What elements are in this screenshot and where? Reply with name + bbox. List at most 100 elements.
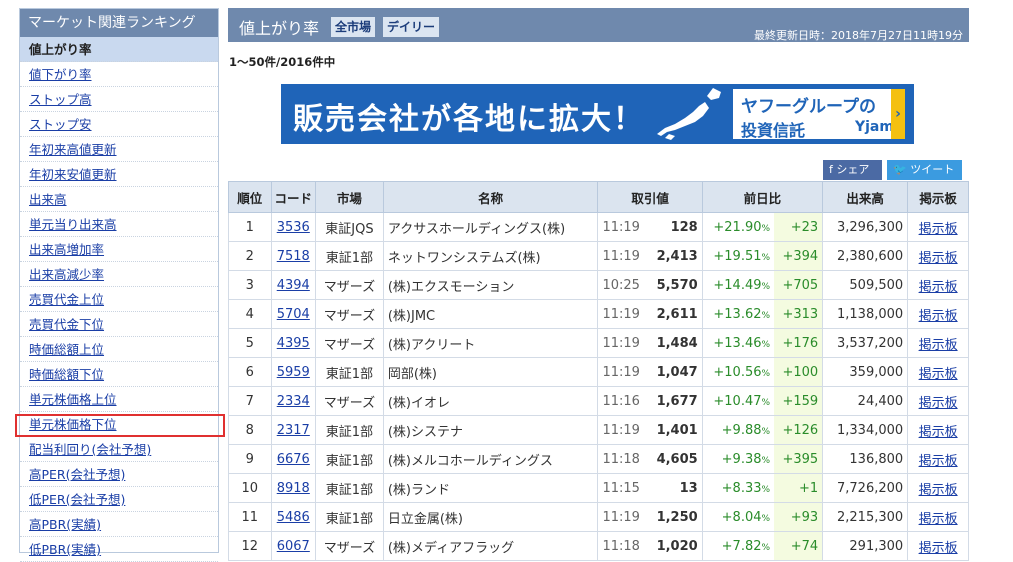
stock-code-link[interactable]: 4394	[277, 278, 310, 293]
message-board-link[interactable]: 掲示板	[919, 309, 958, 324]
sidebar-item-link[interactable]: 高PBR(実績)	[29, 517, 101, 532]
change-percent: +8.04%	[701, 502, 775, 532]
trade-time: 11:15	[597, 473, 645, 503]
stock-code-link[interactable]: 5959	[277, 365, 310, 380]
banner-headline: 販売会社が各地に拡大！	[293, 102, 645, 137]
message-board-link[interactable]: 掲示板	[919, 222, 958, 237]
sidebar-item[interactable]: 低PER(会社予想)	[20, 487, 218, 512]
sidebar-item[interactable]: 高PER(会社予想)	[20, 462, 218, 487]
message-board-link[interactable]: 掲示板	[919, 541, 958, 556]
volume-cell: 509,500	[822, 270, 909, 300]
sidebar-item[interactable]: 出来高増加率	[20, 237, 218, 262]
trade-time: 11:16	[597, 386, 645, 416]
sidebar-item-link[interactable]: 高PER(会社予想)	[29, 467, 125, 482]
change-value: +74	[774, 531, 824, 561]
banner-line1: ヤフーグループの	[741, 97, 876, 117]
company-name: (株)イオレ	[382, 386, 599, 416]
company-name: 日立金属(株)	[382, 502, 599, 532]
sidebar-item-link[interactable]: 売買代金上位	[29, 292, 104, 307]
message-board-link[interactable]: 掲示板	[919, 396, 958, 411]
percent-unit: %	[761, 368, 771, 379]
message-board-link[interactable]: 掲示板	[919, 367, 958, 382]
volume-cell: 2,380,600	[822, 241, 909, 271]
message-board-link[interactable]: 掲示板	[919, 425, 958, 440]
percent-unit: %	[761, 339, 771, 350]
sidebar-item[interactable]: 配当利回り(会社予想)	[20, 437, 218, 462]
sidebar-item[interactable]: 値下がり率	[20, 62, 218, 87]
header-market: 市場	[315, 181, 384, 213]
stock-code-link[interactable]: 8918	[277, 481, 310, 496]
sidebar-item[interactable]: 年初来安値更新	[20, 162, 218, 187]
rank-cell: 7	[228, 386, 272, 416]
trade-price: 1,484	[644, 328, 703, 358]
sidebar-item[interactable]: 出来高	[20, 187, 218, 212]
message-board-link-cell: 掲示板	[907, 473, 969, 503]
twitter-tweet-button[interactable]: 🐦 ツイート	[887, 160, 962, 180]
sidebar-item[interactable]: 単元株価格下位	[20, 412, 218, 437]
message-board-link[interactable]: 掲示板	[919, 512, 958, 527]
rank-cell: 2	[228, 241, 272, 271]
sidebar-item-link[interactable]: 出来高減少率	[29, 267, 104, 282]
sidebar-item-link[interactable]: 年初来安値更新	[29, 167, 117, 182]
sidebar-item[interactable]: ストップ高	[20, 87, 218, 112]
stock-code-link[interactable]: 5486	[277, 510, 310, 525]
ranking-table: 順位 コード 市場 名称 取引値 前日比 出来高 掲示板 1 3536 東証JQS ア…	[228, 181, 969, 561]
sidebar-item-link[interactable]: 時価総額上位	[29, 342, 104, 357]
sidebar-item[interactable]: 値上がり率	[20, 37, 218, 62]
sidebar-item[interactable]: 時価総額上位	[20, 337, 218, 362]
tab-daily[interactable]: デイリー	[383, 17, 440, 37]
table-row: 11 5486 東証1部 日立金属(株) 11:19 1,250 +8.04% +93 2,21…	[228, 502, 969, 532]
sidebar-item[interactable]: 時価総額下位	[20, 362, 218, 387]
sidebar-item-link[interactable]: 時価総額下位	[29, 367, 104, 382]
ad-banner[interactable]: 販売会社が各地に拡大！ ヤフーグループの 投資信託 Yjam ›	[281, 84, 914, 144]
stock-code-link[interactable]: 5704	[277, 307, 310, 322]
sidebar-item-link[interactable]: 配当利回り(会社予想)	[29, 442, 151, 457]
facebook-share-button[interactable]: f シェア	[823, 160, 882, 180]
sidebar-item[interactable]: 単元株価格上位	[20, 387, 218, 412]
rank-cell: 10	[228, 473, 272, 503]
sidebar-item-link[interactable]: 売買代金下位	[29, 317, 104, 332]
sidebar-item[interactable]: 売買代金上位	[20, 287, 218, 312]
sidebar-item[interactable]: 出来高減少率	[20, 262, 218, 287]
stock-code-link[interactable]: 2334	[277, 394, 310, 409]
yjam-logo: Yjam	[855, 119, 894, 135]
message-board-link[interactable]: 掲示板	[919, 251, 958, 266]
trade-time: 10:25	[597, 270, 645, 300]
header-volume: 出来高	[822, 181, 909, 213]
message-board-link[interactable]: 掲示板	[919, 454, 958, 469]
sidebar-item[interactable]: 年初来高値更新	[20, 137, 218, 162]
sidebar-item-link[interactable]: ストップ安	[29, 117, 92, 132]
sidebar-item-link[interactable]: 出来高	[29, 192, 67, 207]
market-cell: 東証JQS	[315, 212, 384, 242]
change-percent-value: +21.90	[713, 219, 762, 235]
sidebar-item[interactable]: ストップ安	[20, 112, 218, 137]
sidebar-item-link[interactable]: 単元当り出来高	[29, 217, 117, 232]
message-board-link[interactable]: 掲示板	[919, 483, 958, 498]
stock-code-link[interactable]: 6676	[277, 452, 310, 467]
sidebar-item-link[interactable]: 値下がり率	[29, 67, 92, 82]
message-board-link[interactable]: 掲示板	[919, 338, 958, 353]
volume-cell: 3,537,200	[822, 328, 909, 358]
sidebar-item[interactable]: 高PBR(実績)	[20, 512, 218, 537]
company-name: (株)アクリート	[382, 328, 599, 358]
tab-all-markets[interactable]: 全市場	[331, 17, 376, 37]
sidebar-item-link[interactable]: 値上がり率	[29, 42, 92, 57]
stock-code-link[interactable]: 2317	[277, 423, 310, 438]
sidebar-item-link[interactable]: 年初来高値更新	[29, 142, 117, 157]
sidebar-item-link[interactable]: 単元株価格下位	[29, 417, 117, 432]
stock-code-link[interactable]: 4395	[277, 336, 310, 351]
sidebar-item-link[interactable]: 出来高増加率	[29, 242, 104, 257]
sidebar-item-link[interactable]: ストップ高	[29, 92, 92, 107]
market-cell: マザーズ	[315, 386, 384, 416]
sidebar-item[interactable]: 低PBR(実績)	[20, 537, 218, 562]
sidebar-item[interactable]: 単元当り出来高	[20, 212, 218, 237]
change-percent-value: +14.49	[713, 277, 762, 293]
message-board-link[interactable]: 掲示板	[919, 280, 958, 295]
stock-code-link[interactable]: 6067	[277, 539, 310, 554]
sidebar-item-link[interactable]: 単元株価格上位	[29, 392, 117, 407]
sidebar-item-link[interactable]: 低PBR(実績)	[29, 542, 101, 557]
sidebar-item[interactable]: 売買代金下位	[20, 312, 218, 337]
stock-code-link[interactable]: 7518	[277, 249, 310, 264]
sidebar-item-link[interactable]: 低PER(会社予想)	[29, 492, 125, 507]
stock-code-link[interactable]: 3536	[277, 220, 310, 235]
